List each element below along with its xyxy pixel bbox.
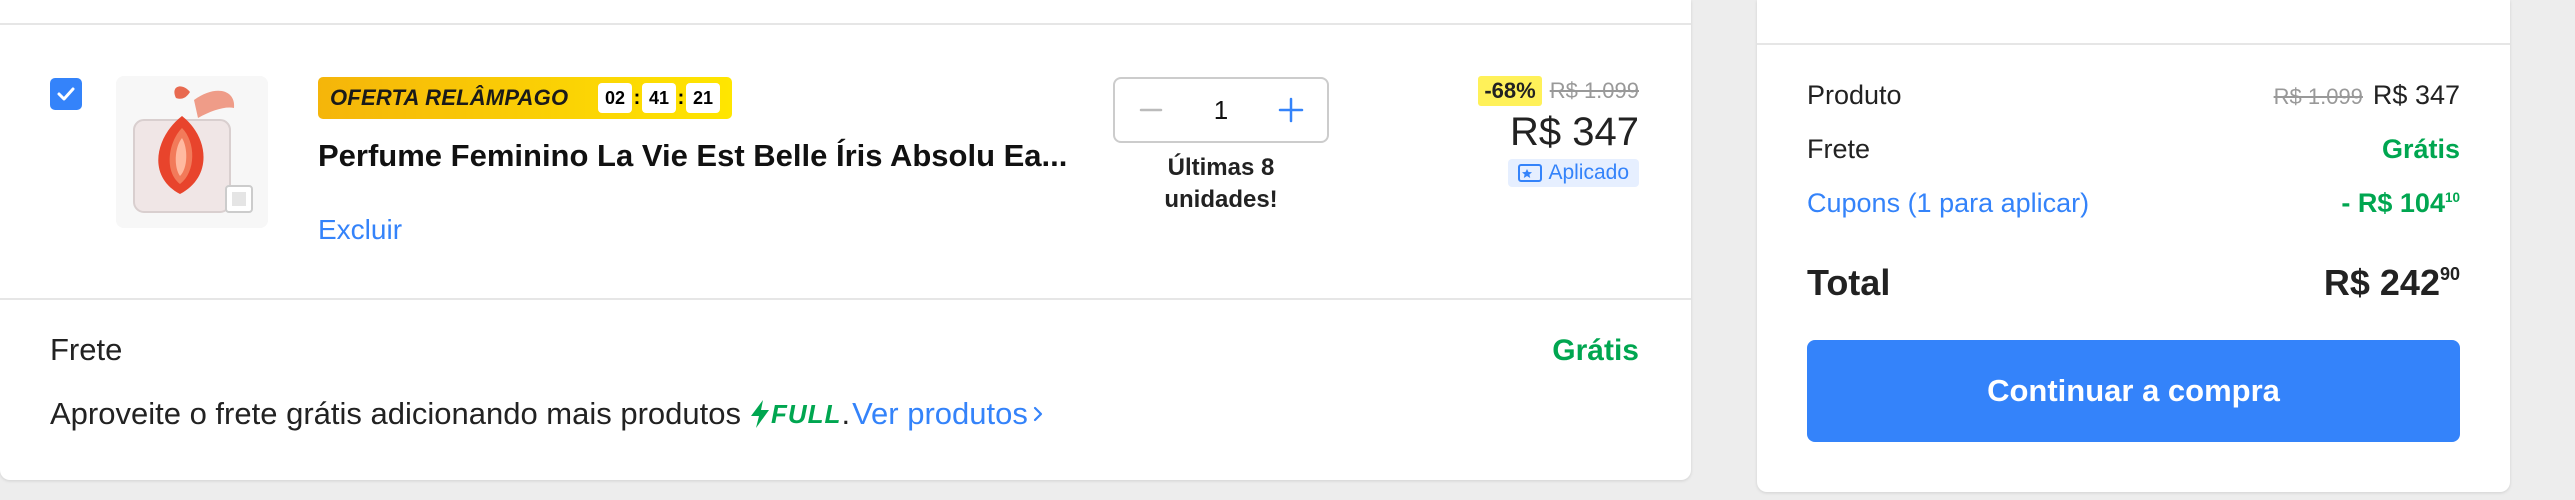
flash-offer-label: OFERTA RELÂMPAGO <box>330 85 569 110</box>
stock-note-line: unidades! <box>1164 186 1278 213</box>
timer-separator: : <box>633 86 641 109</box>
price-block: -68% R$ 1.099 R$ 347 Aplicado <box>1478 76 1639 187</box>
summary-coupons-row[interactable]: Cupons (1 para aplicar) - R$ 10410 <box>1807 188 2460 219</box>
cart-item-card: OFERTA RELÂMPAGO 02 : 41 : 21 Perfume Fe… <box>0 0 1691 480</box>
coupon-applied-label: Aplicado <box>1548 161 1629 184</box>
coupon-applied-badge: Aplicado <box>1508 159 1639 187</box>
shipping-label: Frete <box>50 332 123 367</box>
perfume-bottle-image <box>116 76 268 228</box>
promo-period: . <box>841 396 851 431</box>
total-cents: 90 <box>2439 264 2460 284</box>
total-label: Total <box>1807 262 1891 303</box>
continue-purchase-button[interactable]: Continuar a compra <box>1807 340 2460 442</box>
flash-offer-badge: OFERTA RELÂMPAGO 02 : 41 : 21 <box>318 77 732 119</box>
coupon-icon <box>1518 164 1543 182</box>
summary-shipping-row: Frete Grátis <box>1807 134 2460 165</box>
full-logo: FULL <box>749 399 841 430</box>
decrease-quantity-button[interactable] <box>1131 90 1171 130</box>
current-price: R$ 347 <box>1510 110 1639 154</box>
item-checkbox[interactable] <box>50 78 82 110</box>
lightning-icon <box>751 400 770 428</box>
timer-hours: 02 <box>598 83 632 113</box>
product-title[interactable]: Perfume Feminino La Vie Est Belle Íris A… <box>318 138 1067 174</box>
discount-row: -68% R$ 1.099 <box>1478 76 1639 106</box>
full-label: FULL <box>771 398 842 429</box>
shipping-value: Grátis <box>1552 334 1639 367</box>
order-summary-card: Produto R$ 1.099 R$ 347 Frete Grátis Cupo… <box>1757 0 2510 492</box>
divider <box>1757 43 2510 45</box>
summary-product-label: Produto <box>1807 80 1902 110</box>
summary-product-price: R$ 347 <box>2372 80 2460 110</box>
offer-countdown: 02 : 41 : 21 <box>598 83 720 113</box>
see-products-label: Ver produtos <box>852 396 1028 431</box>
quantity-value[interactable]: 1 <box>1214 95 1228 126</box>
coupon-discount-cents: 10 <box>2444 190 2460 205</box>
summary-coupons-link[interactable]: Cupons (1 para aplicar) <box>1807 188 2089 219</box>
plus-icon <box>1278 97 1304 123</box>
cart-page: OFERTA RELÂMPAGO 02 : 41 : 21 Perfume Fe… <box>0 0 2575 500</box>
summary-shipping-value: Grátis <box>2381 134 2460 164</box>
original-price: R$ 1.099 <box>1549 78 1639 103</box>
promo-text: Aproveite o frete grátis adicionando mai… <box>50 396 742 431</box>
summary-shipping-label: Frete <box>1807 134 1871 164</box>
see-products-link[interactable]: Ver produtos <box>852 396 1048 432</box>
chevron-right-icon <box>1033 406 1042 422</box>
stock-note-line: Últimas 8 <box>1167 154 1275 181</box>
delete-item-link[interactable]: Excluir <box>318 214 402 246</box>
quantity-stepper: 1 <box>1113 77 1329 143</box>
divider <box>0 23 1691 25</box>
coupon-discount-amount: - R$ 104 <box>2341 188 2445 218</box>
increase-quantity-button[interactable] <box>1271 90 1311 130</box>
summary-product-original-price: R$ 1.099 <box>2273 84 2363 109</box>
check-icon <box>57 87 75 101</box>
timer-minutes: 41 <box>642 83 676 113</box>
summary-total-row: Total R$ 24290 <box>1807 262 2460 304</box>
timer-separator: : <box>677 86 685 109</box>
stock-note: Últimas 8 unidades! <box>1113 152 1329 216</box>
discount-badge: -68% <box>1478 76 1542 106</box>
timer-seconds: 21 <box>686 83 720 113</box>
summary-coupons-value: - R$ 10410 <box>2341 188 2460 219</box>
total-value: R$ 24290 <box>2324 262 2460 304</box>
product-thumbnail[interactable] <box>116 76 268 228</box>
free-shipping-promo: Aproveite o frete grátis adicionando mai… <box>50 396 1048 432</box>
divider <box>0 298 1691 300</box>
minus-icon <box>1139 108 1163 112</box>
summary-product-prices: R$ 1.099 R$ 347 <box>2274 80 2460 111</box>
total-amount: R$ 242 <box>2323 262 2440 303</box>
summary-product-row: Produto R$ 1.099 R$ 347 <box>1807 80 2460 111</box>
